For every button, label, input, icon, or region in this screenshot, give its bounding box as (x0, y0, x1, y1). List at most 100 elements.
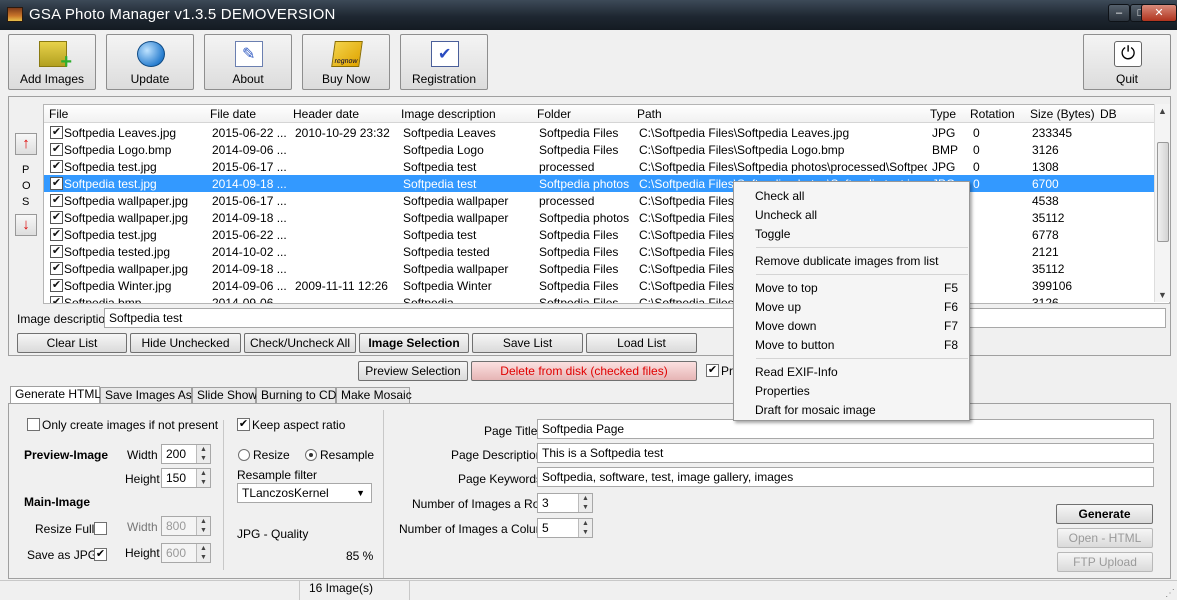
row-checkbox[interactable]: ✔ (50, 194, 63, 207)
spinner-arrows-icon[interactable]: ▲ ▼ (196, 445, 210, 463)
table-row[interactable]: ✔ Softpedia.bmp 2014-09-06 ... Softpedia Sof… (44, 294, 1154, 303)
open-html-button[interactable]: Open - HTML (1057, 528, 1153, 548)
image-description-input[interactable]: Softpedia test (104, 308, 1166, 328)
only-create-checkbox[interactable] (27, 418, 40, 431)
menu-toggle[interactable]: Toggle (755, 227, 790, 241)
row-checkbox[interactable]: ✔ (50, 211, 63, 224)
row-checkbox[interactable]: ✔ (50, 262, 63, 275)
column-path[interactable]: Path (637, 107, 662, 121)
move-down-arrow-icon[interactable]: ↓ (15, 214, 37, 236)
row-checkbox[interactable]: ✔ (50, 177, 63, 190)
column-file[interactable]: File (49, 107, 68, 121)
tab-generate-html[interactable]: Generate HTML (10, 386, 101, 403)
menu-properties[interactable]: Properties (755, 384, 810, 398)
menu-uncheck-all[interactable]: Uncheck all (755, 208, 817, 222)
buy-now-button[interactable]: Buy Now (302, 34, 390, 90)
spinner-arrows-icon[interactable]: ▲ ▼ (578, 494, 592, 512)
column-file-date[interactable]: File date (210, 107, 256, 121)
preview-selection-button[interactable]: Preview Selection (358, 361, 468, 381)
preview-width-spinner[interactable]: 200 ▲ ▼ (161, 444, 211, 464)
resize-grip-icon[interactable]: ⋰ (1165, 588, 1175, 599)
resize-full-checkbox[interactable] (94, 522, 107, 535)
minimize-button[interactable]: – (1108, 4, 1130, 22)
pr-checkbox[interactable]: ✔ (706, 364, 719, 377)
delete-from-disk-button[interactable]: Delete from disk (checked files) (471, 361, 697, 381)
images-column-spinner[interactable]: 5 ▲ ▼ (537, 518, 593, 538)
image-selection-button[interactable]: Image Selection (359, 333, 469, 353)
load-list-button[interactable]: Load List (586, 333, 697, 353)
scrollbar-thumb[interactable] (1157, 142, 1169, 242)
column-rotation[interactable]: Rotation (970, 107, 1015, 121)
table-row[interactable]: ✔ Softpedia wallpaper.jpg 2014-09-18 ... So… (44, 209, 1154, 226)
menu-draft-mosaic[interactable]: Draft for mosaic image (755, 403, 876, 417)
generate-button[interactable]: Generate (1056, 504, 1153, 524)
row-checkbox[interactable]: ✔ (50, 126, 63, 139)
column-folder[interactable]: Folder (537, 107, 571, 121)
page-keywords-input[interactable]: Softpedia, software, test, image gallery… (537, 467, 1154, 487)
table-row[interactable]: ✔ Softpedia tested.jpg 2014-10-02 ... Softp… (44, 243, 1154, 260)
row-checkbox[interactable]: ✔ (50, 245, 63, 258)
check-uncheck-all-button[interactable]: Check/Uncheck All (244, 333, 356, 353)
column-header-date[interactable]: Header date (293, 107, 359, 121)
table-row[interactable]: ✔ Softpedia test.jpg 2015-06-17 ... Softped… (44, 158, 1154, 175)
main-height-spinner[interactable]: 600 ▲ ▼ (161, 543, 211, 563)
tab-burning-to-cd[interactable]: Burning to CD (256, 387, 336, 403)
image-list[interactable]: File File date Header date Image descrip… (43, 104, 1170, 304)
spinner-arrows-icon[interactable]: ▲ ▼ (578, 519, 592, 537)
table-row[interactable]: ✔ Softpedia wallpaper.jpg 2015-06-17 ... So… (44, 192, 1154, 209)
scroll-up-icon[interactable]: ▲ (1158, 106, 1167, 116)
update-button[interactable]: Update (106, 34, 194, 90)
table-row[interactable]: ✔ Softpedia wallpaper.jpg 2014-09-18 ... So… (44, 260, 1154, 277)
row-checkbox[interactable]: ✔ (50, 296, 63, 303)
add-images-button[interactable]: Add Images (8, 34, 96, 90)
save-list-button[interactable]: Save List (472, 333, 583, 353)
quit-button[interactable]: Quit (1083, 34, 1171, 90)
menu-check-all[interactable]: Check all (755, 189, 804, 203)
ftp-upload-button[interactable]: FTP Upload (1057, 552, 1153, 572)
main-width-spinner[interactable]: 800 ▲ ▼ (161, 516, 211, 536)
tab-make-mosaic[interactable]: Make Mosaic (336, 387, 412, 403)
move-up-arrow-icon[interactable]: ↑ (15, 133, 37, 155)
column-db[interactable]: DB (1100, 107, 1117, 121)
page-title-input[interactable]: Softpedia Page (537, 419, 1154, 439)
list-scrollbar[interactable]: ▲ ▼ (1154, 104, 1170, 302)
scroll-down-icon[interactable]: ▼ (1158, 290, 1167, 300)
menu-move-up[interactable]: Move up (755, 300, 801, 314)
table-row[interactable]: ✔ Softpedia Logo.bmp 2014-09-06 ... Softped… (44, 141, 1154, 158)
resample-filter-select[interactable]: TLanczosKernel ▼ (237, 483, 372, 503)
hide-unchecked-button[interactable]: Hide Unchecked (130, 333, 241, 353)
column-size[interactable]: Size (Bytes) (1030, 107, 1095, 121)
images-row-spinner[interactable]: 3 ▲ ▼ (537, 493, 593, 513)
row-checkbox[interactable]: ✔ (50, 228, 63, 241)
row-checkbox[interactable]: ✔ (50, 143, 63, 156)
menu-move-to-button[interactable]: Move to button (755, 338, 834, 352)
resize-radio[interactable] (238, 449, 250, 461)
spinner-arrows-icon[interactable]: ▲ ▼ (196, 469, 210, 487)
cell-size: 6778 (1032, 228, 1059, 242)
table-row[interactable]: ✔ Softpedia Winter.jpg 2014-09-06 ... 2009-… (44, 277, 1154, 294)
about-button[interactable]: About (204, 34, 292, 90)
clear-list-button[interactable]: Clear List (17, 333, 127, 353)
menu-read-exif[interactable]: Read EXIF-Info (755, 365, 838, 379)
close-button[interactable]: ✕ (1141, 4, 1177, 22)
column-image-description[interactable]: Image description (401, 107, 496, 121)
tab-save-images-as[interactable]: Save Images As (100, 387, 192, 403)
spinner-arrows-icon[interactable]: ▲ ▼ (196, 517, 210, 535)
column-type[interactable]: Type (930, 107, 956, 121)
menu-move-to-top[interactable]: Move to top (755, 281, 818, 295)
spinner-arrows-icon[interactable]: ▲ ▼ (196, 544, 210, 562)
tab-slide-show[interactable]: Slide Show (192, 387, 257, 403)
resample-radio[interactable] (305, 449, 317, 461)
page-description-input[interactable]: This is a Softpedia test (537, 443, 1154, 463)
menu-move-down[interactable]: Move down (755, 319, 816, 333)
keep-aspect-checkbox[interactable]: ✔ (237, 418, 250, 431)
save-as-jpg-checkbox[interactable]: ✔ (94, 548, 107, 561)
table-row[interactable]: ✔ Softpedia Leaves.jpg 2015-06-22 ... 2010-… (44, 124, 1154, 141)
menu-remove-duplicates[interactable]: Remove dublicate images from list (755, 254, 938, 268)
row-checkbox[interactable]: ✔ (50, 160, 63, 173)
preview-height-spinner[interactable]: 150 ▲ ▼ (161, 468, 211, 488)
registration-button[interactable]: Registration (400, 34, 488, 90)
row-checkbox[interactable]: ✔ (50, 279, 63, 292)
table-row[interactable]: ✔ Softpedia test.jpg 2014-09-18 ... Softped… (44, 175, 1154, 192)
table-row[interactable]: ✔ Softpedia test.jpg 2015-06-22 ... Softped… (44, 226, 1154, 243)
